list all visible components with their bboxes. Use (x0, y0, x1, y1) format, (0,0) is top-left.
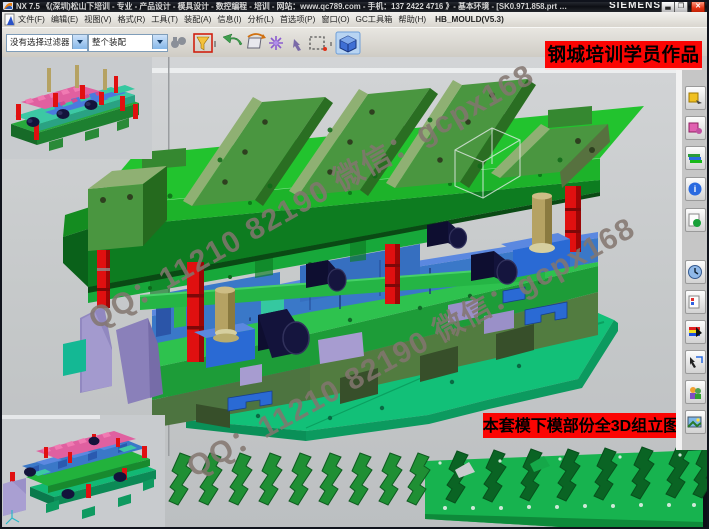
svg-text:i: i (694, 184, 697, 194)
svg-text:本套模下模部份全3D组立图: 本套模下模部份全3D组立图 (483, 416, 679, 435)
